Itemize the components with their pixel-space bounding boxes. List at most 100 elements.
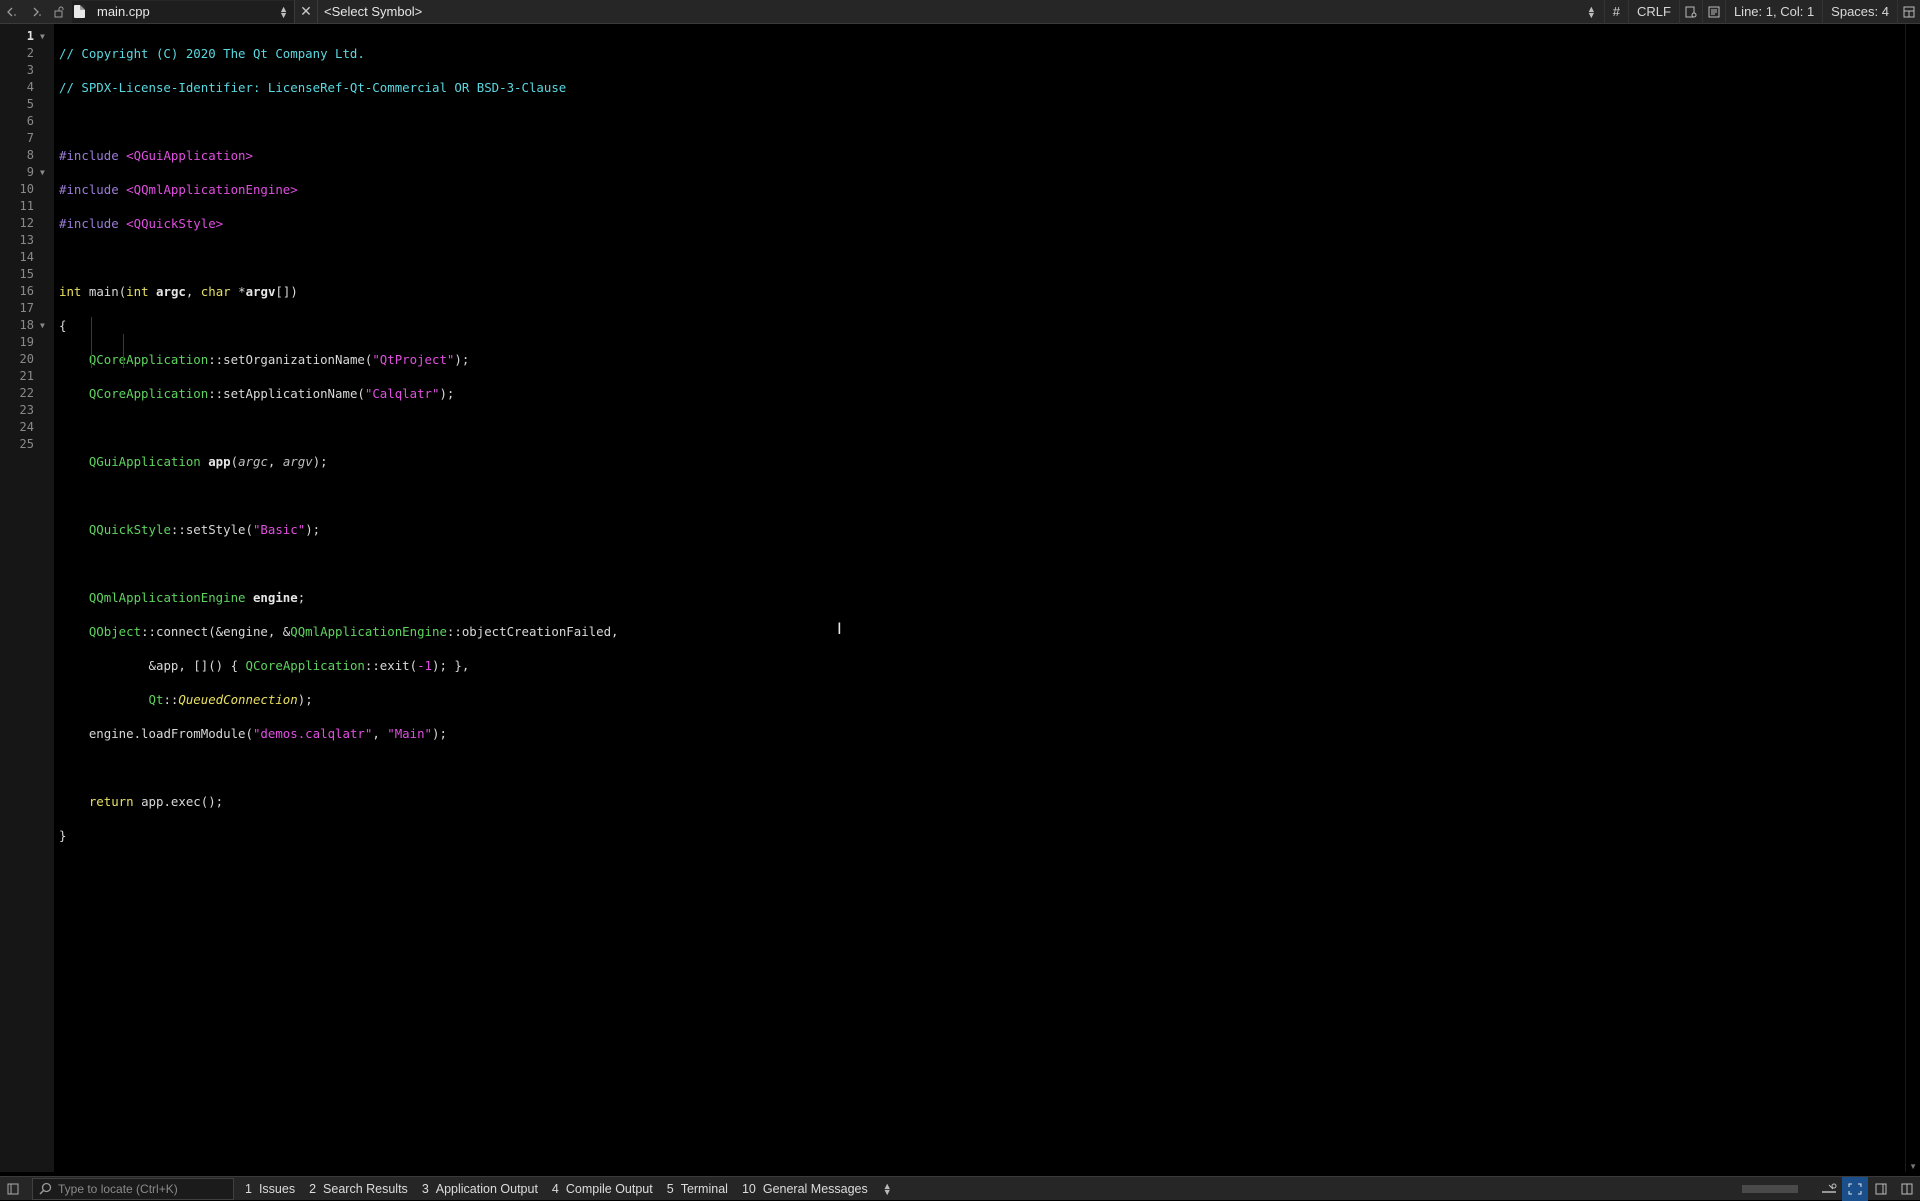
forward-button[interactable] xyxy=(24,0,48,24)
tab-application-output[interactable]: 3 Application Output xyxy=(415,1177,545,1201)
fold-arrow-icon[interactable]: ▼ xyxy=(40,164,52,181)
line-number: 22 xyxy=(19,386,34,400)
sidebar-icon xyxy=(7,1183,19,1194)
line-number: 21 xyxy=(19,369,34,383)
code-line: return app.exec(); xyxy=(88,794,224,809)
tab-search-results[interactable]: 2 Search Results xyxy=(302,1177,415,1201)
code-line: QCoreApplication::setApplicationName("Ca… xyxy=(88,386,455,401)
line-number: 12 xyxy=(19,216,34,230)
search-icon xyxy=(39,1182,52,1195)
fold-markers: ▼ ▼ ▼ xyxy=(40,28,52,453)
code-line: &app, []() { QCoreApplication::exit(-1);… xyxy=(148,658,470,673)
right-sidebar-icon xyxy=(1875,1183,1887,1194)
code-line: QQuickStyle::setStyle("Basic"); xyxy=(88,522,321,537)
line-number: 10 xyxy=(19,182,34,196)
line-number: 25 xyxy=(19,437,34,451)
line-number: 4 xyxy=(26,80,34,94)
fullscreen-editor-button[interactable] xyxy=(1842,1176,1868,1201)
fold-arrow-icon[interactable]: ▼ xyxy=(40,317,52,334)
line-number: 11 xyxy=(19,199,34,213)
tab-number: 10 xyxy=(741,1181,756,1196)
progress-indicator[interactable] xyxy=(1742,1184,1798,1193)
code-line: #include <QQmlApplicationEngine> xyxy=(59,182,298,197)
progress-details-button[interactable] xyxy=(1816,1177,1842,1201)
split-layout-icon xyxy=(1901,1183,1913,1194)
symbol-combo[interactable]: <Select Symbol> ▲ ▼ xyxy=(318,1,1604,23)
line-number: 13 xyxy=(19,233,34,247)
current-file-name: main.cpp xyxy=(97,4,150,19)
code-line: engine.loadFromModule("demos.calqlatr", … xyxy=(88,726,447,741)
open-documents-combo[interactable]: main.cpp ▲ ▼ xyxy=(72,0,294,23)
fold-arrow-icon[interactable]: ▼ xyxy=(40,28,52,45)
updown-arrows-icon: ▲ ▼ xyxy=(1586,3,1596,20)
tab-label: Application Output xyxy=(435,1181,538,1196)
document-settings-icon xyxy=(1685,6,1697,17)
tab-terminal[interactable]: 5 Terminal xyxy=(660,1177,735,1201)
tab-label: Issues xyxy=(258,1181,296,1196)
file-lock-button[interactable] xyxy=(48,0,70,24)
code-line: // Copyright (C) 2020 The Qt Company Ltd… xyxy=(59,46,365,61)
split-button[interactable] xyxy=(1897,0,1920,24)
close-icon: ✕ xyxy=(300,3,312,19)
locator-input[interactable] xyxy=(56,1180,230,1197)
tab-label: Compile Output xyxy=(565,1181,653,1196)
line-number: 20 xyxy=(19,352,34,366)
line-number: 2 xyxy=(26,46,34,60)
line-number: 15 xyxy=(19,267,34,281)
tab-compile-output[interactable]: 4 Compile Output xyxy=(545,1177,660,1201)
indent-guide xyxy=(91,317,92,368)
encoding-button[interactable] xyxy=(1678,0,1702,24)
line-number: 17 xyxy=(19,301,34,315)
line-number: 14 xyxy=(19,250,34,264)
tab-number: 1 xyxy=(245,1181,252,1196)
tab-number: 2 xyxy=(309,1181,317,1196)
code-line: // SPDX-License-Identifier: LicenseRef-Q… xyxy=(59,80,567,95)
hash-button[interactable]: # xyxy=(1603,0,1628,24)
split-view-icon xyxy=(1903,6,1915,17)
indentation-button[interactable]: Spaces: 4 xyxy=(1822,0,1897,24)
line-number: 5 xyxy=(26,97,34,111)
code-line: Qt::QueuedConnection); xyxy=(148,692,313,707)
more-panes-button[interactable]: ▲ ▼ xyxy=(875,1181,900,1196)
line-number: 9 xyxy=(26,165,34,179)
tab-number: 3 xyxy=(421,1181,429,1196)
tab-label: Search Results xyxy=(323,1181,408,1196)
line-number: 1 xyxy=(26,29,34,43)
updown-arrows-icon: ▲ ▼ xyxy=(279,3,288,20)
symbol-combo-label: <Select Symbol> xyxy=(324,4,423,19)
tab-number: 4 xyxy=(551,1181,559,1196)
indent-guide xyxy=(123,334,124,368)
toggle-sidebar-button[interactable] xyxy=(0,1177,26,1201)
tab-issues[interactable]: 1 Issues xyxy=(238,1177,302,1201)
tab-number: 5 xyxy=(666,1181,674,1196)
line-ending-button[interactable]: CRLF xyxy=(1628,0,1679,24)
line-number: 23 xyxy=(19,403,34,417)
line-number: 7 xyxy=(26,131,34,145)
document-info-button[interactable] xyxy=(1701,0,1725,24)
right-sidebar-button[interactable] xyxy=(1868,1177,1894,1201)
text-cursor-icon: I xyxy=(837,619,842,638)
tab-general-messages[interactable]: 10 General Messages xyxy=(735,1177,875,1201)
code-line: #include <QGuiApplication> xyxy=(59,148,253,163)
output-pane-bar: 1 Issues 2 Search Results 3 Application Out… xyxy=(0,1176,1920,1201)
lock-icon xyxy=(54,6,64,17)
cursor-position-button[interactable]: Line: 1, Col: 1 xyxy=(1724,0,1822,24)
split-layout-button[interactable] xyxy=(1894,1177,1920,1201)
line-number: 6 xyxy=(26,114,34,128)
scroll-down-icon[interactable]: ▼ xyxy=(1909,1162,1917,1171)
code-line: #include <QQuickStyle> xyxy=(59,216,224,231)
vertical-scrollbar[interactable] xyxy=(1905,24,1920,1172)
line-number: 8 xyxy=(26,148,34,162)
document-lines-icon xyxy=(1708,6,1720,17)
back-button[interactable] xyxy=(0,0,24,24)
code-line: QCoreApplication::setOrganizationName("Q… xyxy=(88,352,470,367)
code-line: QGuiApplication app(argc, argv); xyxy=(88,454,328,469)
locator[interactable] xyxy=(32,1177,234,1200)
line-number: 3 xyxy=(26,63,34,77)
close-document-button[interactable]: ✕ xyxy=(294,0,318,24)
code-editor[interactable]: // Copyright (C) 2020 The Qt Company Ltd… xyxy=(59,28,1899,895)
